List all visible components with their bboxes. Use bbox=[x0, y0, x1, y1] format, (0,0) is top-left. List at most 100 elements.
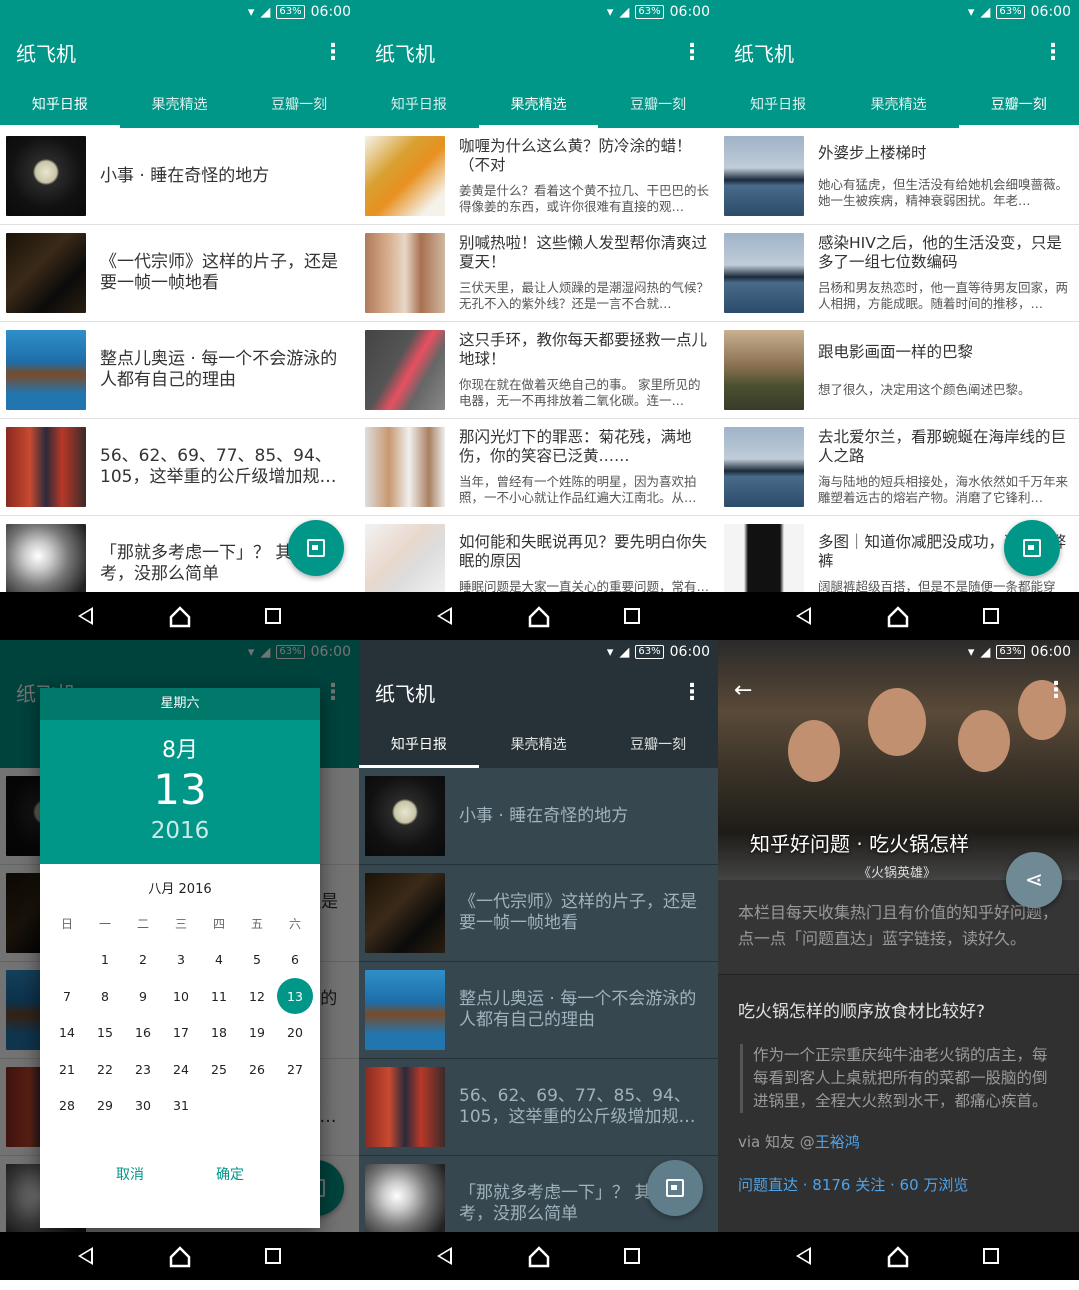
recents-icon[interactable] bbox=[983, 1248, 999, 1264]
list-item[interactable]: 那闪光灯下的罪恶：菊花残，满地伤，你的笑容已泛黄…… 当年，曾经有一个姓陈的明星，… bbox=[359, 419, 718, 516]
calendar-day[interactable]: 4 bbox=[200, 942, 238, 979]
calendar-day[interactable]: 28 bbox=[48, 1088, 86, 1125]
calendar-day[interactable]: 9 bbox=[124, 978, 162, 1015]
list-item[interactable]: 去北爱尔兰，看那蜿蜒在海岸线的巨人之路 海与陆地的短兵相接处，海水依然如千万年来雕… bbox=[718, 419, 1079, 516]
tab-zhihu[interactable]: 知乎日报 bbox=[718, 80, 838, 128]
list-item[interactable]: 咖喱为什么这么黄？防冷涂的蜡！（不对 姜黄是什么？看着这个黄不拉几、干巴巴的长得像… bbox=[359, 128, 718, 225]
ok-button[interactable]: 确定 bbox=[216, 1164, 244, 1184]
home-icon[interactable] bbox=[169, 606, 191, 628]
tab-guokr[interactable]: 果壳精选 bbox=[478, 80, 599, 128]
hairstyle-thumbnail bbox=[365, 233, 445, 313]
back-icon[interactable] bbox=[78, 607, 93, 625]
back-icon[interactable] bbox=[437, 1247, 452, 1265]
calendar-day[interactable]: 17 bbox=[162, 1015, 200, 1052]
overflow-menu-icon[interactable]: ⋮ bbox=[1042, 40, 1064, 65]
list-item[interactable]: 《一代宗师》这样的片子，还是要一帧一帧地看 bbox=[0, 225, 359, 322]
list-item[interactable]: 感染HIV之后，他的生活没变，只是多了一组七位数编码 吕杨和男友热恋时，他一直等待… bbox=[718, 225, 1079, 322]
home-icon[interactable] bbox=[528, 1246, 550, 1268]
list-item[interactable]: 外婆步上楼梯时 她心有猛虎，但生活没有给她机会细嗅蔷薇。她一生被疾病，精神衰弱困扰… bbox=[718, 128, 1079, 225]
item-title: 小事 · 睡在奇怪的地方 bbox=[100, 165, 270, 186]
home-icon[interactable] bbox=[887, 606, 909, 628]
calendar-fab[interactable] bbox=[647, 1160, 703, 1216]
list-item[interactable]: 这只手环，教你每天都要拯救一点儿地球！ 你现在就在做着灭绝自己的事。 家里所见的电… bbox=[359, 322, 718, 419]
recents-icon[interactable] bbox=[265, 608, 281, 624]
recents-icon[interactable] bbox=[624, 1248, 640, 1264]
list-item[interactable]: 《一代宗师》这样的片子，还是要一帧一帧地看 bbox=[359, 865, 718, 962]
back-icon[interactable] bbox=[78, 1247, 93, 1265]
calendar-fab[interactable] bbox=[1004, 520, 1060, 576]
tab-zhihu[interactable]: 知乎日报 bbox=[0, 80, 120, 128]
calendar-day[interactable]: 31 bbox=[162, 1088, 200, 1125]
calendar-day[interactable]: 12 bbox=[238, 978, 276, 1015]
overflow-menu-icon[interactable]: ⋮ bbox=[681, 680, 703, 705]
list-item[interactable]: 小事 · 睡在奇怪的地方 bbox=[359, 768, 718, 865]
tab-guokr[interactable]: 果壳精选 bbox=[838, 80, 958, 128]
recents-icon[interactable] bbox=[983, 608, 999, 624]
calendar-day[interactable]: 13 bbox=[276, 978, 314, 1015]
year-label[interactable]: 2016 bbox=[40, 818, 320, 844]
calendar-day[interactable]: 22 bbox=[86, 1051, 124, 1088]
list-item[interactable]: 整点儿奥运 · 每一个不会游泳的人都有自己的理由 bbox=[359, 962, 718, 1059]
calendar-day[interactable]: 7 bbox=[48, 978, 86, 1015]
back-arrow-icon[interactable]: ← bbox=[734, 678, 752, 703]
calendar-day[interactable]: 11 bbox=[200, 978, 238, 1015]
calendar-day[interactable]: 5 bbox=[238, 942, 276, 979]
list-item[interactable]: 56、62、69、77、85、94、105，这举重的公斤级增加规… bbox=[0, 419, 359, 516]
calendar-day[interactable]: 19 bbox=[238, 1015, 276, 1052]
share-fab[interactable]: ⋖ bbox=[1006, 852, 1062, 908]
home-icon[interactable] bbox=[169, 1246, 191, 1268]
list-item[interactable]: 56、62、69、77、85、94、105，这举重的公斤级增加规… bbox=[359, 1059, 718, 1156]
recents-icon[interactable] bbox=[265, 1248, 281, 1264]
calendar-fab[interactable] bbox=[288, 520, 344, 576]
list-item[interactable]: 如何能和失眠说再见？要先明白你失眠的原因 睡眠问题是大家一直关心的重要问题，常有… bbox=[359, 516, 718, 592]
tab-douban[interactable]: 豆瓣一刻 bbox=[598, 720, 718, 768]
list-item[interactable]: 整点儿奥运 · 每一个不会游泳的人都有自己的理由 bbox=[0, 322, 359, 419]
question-link[interactable]: 问题直达 · 8176 关注 · 60 万浏览 bbox=[718, 1152, 1079, 1195]
calendar-day[interactable]: 8 bbox=[86, 978, 124, 1015]
calendar-day[interactable]: 20 bbox=[276, 1015, 314, 1052]
overflow-menu-icon[interactable]: ⋮ bbox=[681, 40, 703, 65]
home-icon[interactable] bbox=[887, 1246, 909, 1268]
tab-guokr[interactable]: 果壳精选 bbox=[120, 80, 240, 128]
calendar-day[interactable]: 25 bbox=[200, 1051, 238, 1088]
calendar-day[interactable]: 10 bbox=[162, 978, 200, 1015]
calendar-day[interactable]: 23 bbox=[124, 1051, 162, 1088]
day-label[interactable]: 13 bbox=[40, 766, 320, 814]
swimmer-thumbnail bbox=[6, 330, 86, 410]
calendar-day[interactable]: 3 bbox=[162, 942, 200, 979]
answer-quote: 作为一个正宗重庆纯牛油老火锅的店主，每每看到客人上桌就把所有的菜都一股脑的倒进锅… bbox=[740, 1044, 1059, 1113]
calendar-day[interactable]: 27 bbox=[276, 1051, 314, 1088]
tab-douban[interactable]: 豆瓣一刻 bbox=[958, 80, 1079, 128]
list-item[interactable]: 别喊热啦！这些懒人发型帮你清爽过夏天！ 三伏天里，最让人烦躁的是潮湿闷热的气候？无… bbox=[359, 225, 718, 322]
month-label[interactable]: 8月 bbox=[40, 732, 320, 764]
calendar-day[interactable]: 14 bbox=[48, 1015, 86, 1052]
tab-douban[interactable]: 豆瓣一刻 bbox=[598, 80, 718, 128]
calendar-day[interactable]: 1 bbox=[86, 942, 124, 979]
overflow-menu-icon[interactable]: ⋮ bbox=[322, 40, 344, 65]
author-link[interactable]: 王裕鸿 bbox=[815, 1133, 860, 1151]
calendar-day[interactable]: 21 bbox=[48, 1051, 86, 1088]
back-icon[interactable] bbox=[437, 607, 452, 625]
back-icon[interactable] bbox=[796, 607, 811, 625]
calendar-day[interactable]: 2 bbox=[124, 942, 162, 979]
tab-douban[interactable]: 豆瓣一刻 bbox=[239, 80, 359, 128]
calendar-day[interactable]: 26 bbox=[238, 1051, 276, 1088]
calendar-day[interactable]: 6 bbox=[276, 942, 314, 979]
calendar-day[interactable]: 18 bbox=[200, 1015, 238, 1052]
calendar-day[interactable]: 30 bbox=[124, 1088, 162, 1125]
list-item[interactable]: 跟电影画面一样的巴黎 想了很久，决定用这个颜色阐述巴黎。 bbox=[718, 322, 1079, 419]
list-item[interactable]: 小事 · 睡在奇怪的地方 bbox=[0, 128, 359, 225]
tab-guokr[interactable]: 果壳精选 bbox=[479, 720, 599, 768]
calendar-day[interactable]: 15 bbox=[86, 1015, 124, 1052]
calendar-day[interactable]: 24 bbox=[162, 1051, 200, 1088]
tab-zhihu[interactable]: 知乎日报 bbox=[359, 80, 479, 128]
calendar-day[interactable]: 29 bbox=[86, 1088, 124, 1125]
overflow-menu-icon[interactable]: ⋮ bbox=[1045, 678, 1067, 703]
calendar-day[interactable]: 16 bbox=[124, 1015, 162, 1052]
cancel-button[interactable]: 取消 bbox=[116, 1164, 144, 1184]
tab-zhihu[interactable]: 知乎日报 bbox=[359, 720, 479, 768]
back-icon[interactable] bbox=[796, 1247, 811, 1265]
wifi-icon: ▾ bbox=[967, 644, 975, 660]
home-icon[interactable] bbox=[528, 606, 550, 628]
recents-icon[interactable] bbox=[624, 608, 640, 624]
